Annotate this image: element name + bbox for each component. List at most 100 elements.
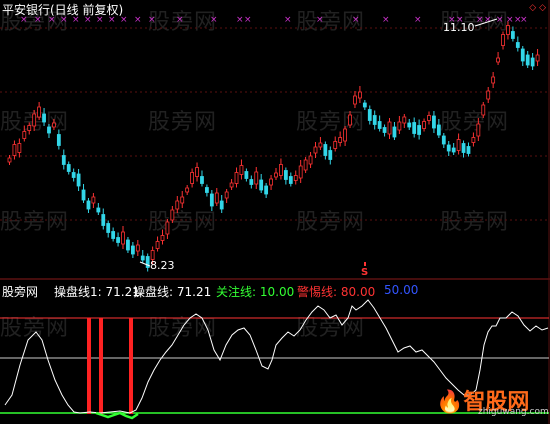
candle-body: [269, 178, 273, 186]
candle-body: [318, 142, 323, 148]
candle-body: [436, 124, 441, 136]
candle-body: [52, 122, 56, 128]
low-price-label: 8.23: [150, 259, 175, 272]
candle-body: [214, 192, 219, 204]
candle-body: [303, 159, 308, 171]
candle-body: [397, 121, 402, 131]
candle-body: [372, 115, 377, 125]
signal-x-mark: ×: [148, 15, 156, 25]
candle-body: [466, 146, 471, 154]
candle-body: [471, 137, 476, 143]
candle-body: [61, 155, 66, 165]
signal-x-mark: ×: [244, 15, 252, 25]
candle-body: [461, 143, 466, 153]
signal-x-mark: ×: [352, 15, 360, 25]
candle-body: [47, 126, 51, 134]
candle-body: [293, 175, 298, 181]
candle-body: [333, 141, 338, 149]
signal-x-mark: ×: [484, 15, 492, 25]
candle-body: [244, 171, 249, 179]
candle-body: [165, 221, 170, 235]
candle-body: [481, 104, 486, 116]
candle-body: [76, 173, 81, 187]
candle-body: [37, 106, 42, 118]
candle-body: [367, 109, 372, 121]
candle-body: [530, 57, 535, 67]
candle-body: [535, 54, 540, 62]
candle-body: [279, 164, 283, 176]
candle-body: [106, 223, 111, 233]
candle-body: [451, 147, 456, 153]
candle-body: [525, 54, 530, 66]
candle-body: [180, 196, 185, 204]
flame-icon: 🔥: [436, 390, 464, 415]
candle-body: [476, 123, 481, 137]
corner-diamond-icons[interactable]: ◇ ◇: [529, 3, 546, 13]
candle-body: [387, 121, 392, 135]
signal-x-mark: ×: [284, 15, 292, 25]
candle-body: [185, 187, 190, 193]
signal-x-mark: ×: [210, 15, 218, 25]
candle-body: [427, 115, 431, 121]
alert-line-label: 警惕线: 80.00: [297, 285, 376, 299]
candle-body: [392, 126, 397, 138]
signal-x-mark: ×: [134, 15, 142, 25]
candle-body: [42, 113, 46, 123]
stock-chart: × × × × × × × × × × × × × × × × × × × × × × × × × × ×× 11.10 8.23 …: [0, 0, 550, 424]
candle-body: [17, 143, 22, 153]
candle-body: [195, 167, 199, 177]
candle-body: [259, 179, 264, 191]
candle-body: [441, 135, 446, 145]
candle-body: [456, 139, 461, 151]
candle-body: [417, 125, 422, 135]
candle-body: [219, 200, 224, 210]
candle-body: [308, 155, 313, 165]
candle-body: [412, 122, 417, 134]
signal-x-mark: ×: [176, 15, 184, 25]
candle-body: [288, 176, 293, 184]
focus-line-label: 关注线: 10.00: [216, 285, 295, 299]
candle-body: [170, 209, 175, 221]
candle-body: [200, 176, 204, 184]
candle-body: [343, 128, 347, 142]
candle-body: [357, 91, 362, 99]
candle-body: [130, 245, 135, 255]
candle-body: [323, 144, 328, 156]
candle-body: [155, 241, 160, 249]
signal-x-mark: ×: [382, 15, 390, 25]
candle-body: [491, 76, 496, 84]
candle-body: [486, 90, 491, 100]
candle-body: [422, 121, 426, 129]
candle-body: [101, 214, 106, 226]
signal-x-mark: ×: [414, 15, 422, 25]
candle-body: [283, 170, 288, 180]
sell-marker: S: [361, 267, 368, 278]
candle-body: [229, 182, 234, 188]
candle-body: [520, 48, 525, 62]
signal-x-mark: ×: [520, 15, 528, 25]
candle-body: [205, 187, 209, 193]
candle-body: [506, 25, 510, 35]
candle-body: [91, 196, 96, 204]
candle-body: [348, 114, 352, 126]
indicator-line1-label: 操盘线1: 71.21: [54, 285, 140, 299]
candle-body: [298, 165, 303, 179]
candle-body: [446, 144, 451, 152]
signal-bars: [87, 318, 133, 414]
candle-body: [12, 144, 17, 156]
site-logo-url: zhiguwang.com: [478, 407, 549, 417]
signal-x-mark: ×: [496, 15, 504, 25]
candle-body: [432, 115, 436, 129]
candle-body: [81, 189, 86, 201]
candle-body: [86, 200, 91, 210]
candle-body: [224, 191, 229, 199]
candle-body: [510, 31, 515, 39]
candle-body: [27, 125, 32, 131]
candle-body: [190, 172, 195, 184]
candle-body: [121, 231, 125, 245]
candle-body: [32, 113, 37, 127]
candle-body: [116, 237, 120, 243]
candle-body: [264, 185, 269, 195]
signal-x-mark: ×: [316, 15, 324, 25]
candle-body: [274, 172, 278, 178]
